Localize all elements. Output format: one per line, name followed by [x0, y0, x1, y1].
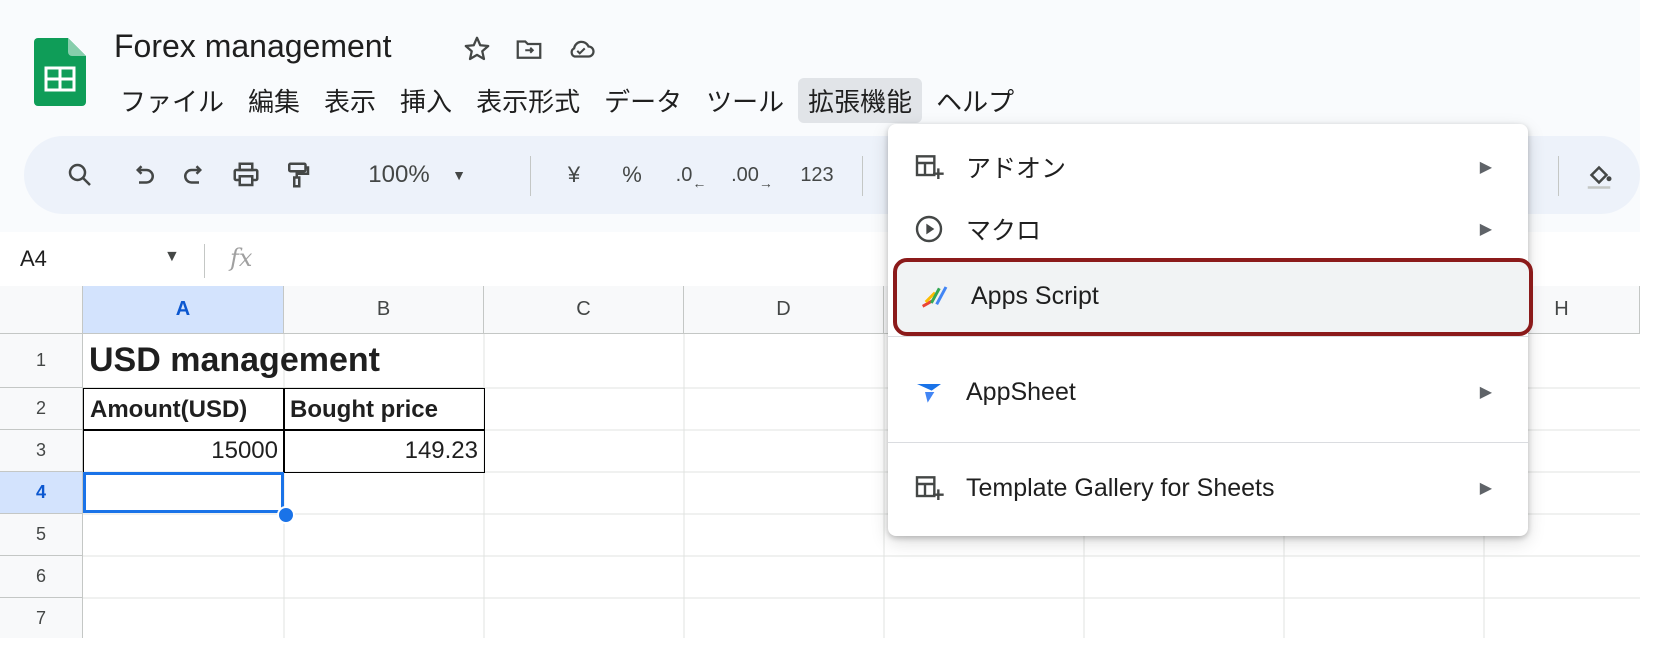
menu-divider — [888, 442, 1528, 443]
row-header-3[interactable]: 3 — [0, 430, 83, 472]
column-header-b[interactable]: B — [284, 286, 484, 334]
row-header-2[interactable]: 2 — [0, 388, 83, 430]
cell-b2[interactable]: Bought price — [283, 388, 485, 431]
menu-insert[interactable]: 挿入 — [390, 78, 462, 123]
toolbar-divider — [1558, 156, 1559, 196]
menu-item-label: アドオン — [966, 155, 1067, 183]
submenu-arrow-icon: ▶ — [1479, 384, 1492, 401]
increase-decimal-label: .00 — [731, 163, 759, 186]
title-actions — [462, 34, 596, 69]
menu-item-label: AppSheet — [966, 377, 1076, 406]
search-menus-icon[interactable] — [60, 136, 100, 214]
star-icon[interactable] — [462, 34, 492, 69]
appsheet-icon — [912, 375, 946, 409]
menu-tools[interactable]: ツール — [696, 78, 794, 123]
menu-data[interactable]: データ — [594, 78, 692, 123]
cell-b3[interactable]: 149.23 — [283, 429, 485, 473]
name-box-caret-icon[interactable]: ▼ — [164, 248, 180, 266]
submenu-arrow-icon: ▶ — [1479, 480, 1492, 497]
paint-format-icon[interactable] — [278, 136, 318, 214]
document-title[interactable]: Forex management — [114, 28, 391, 65]
menu-item-label: マクロ — [966, 217, 1042, 245]
menu-extensions[interactable]: 拡張機能 — [798, 77, 923, 123]
menu-item-template-gallery[interactable]: Template Gallery for Sheets ▶ — [888, 460, 1528, 516]
cell-a3[interactable]: 15000 — [83, 429, 285, 473]
menu-item-label: Template Gallery for Sheets — [966, 473, 1275, 502]
redo-icon[interactable] — [174, 136, 214, 214]
percent-format-button[interactable]: % — [612, 136, 652, 214]
decrease-decimal-button[interactable]: .0 ← — [668, 136, 714, 214]
column-header-a[interactable]: A — [83, 286, 284, 334]
cell-a1[interactable]: USD management — [83, 334, 483, 388]
cloud-status-icon[interactable] — [566, 34, 596, 69]
menu-bar: ファイル 編集 表示 挿入 表示形式 データ ツール 拡張機能 ヘルプ — [110, 77, 1028, 123]
row-header-6[interactable]: 6 — [0, 556, 83, 598]
menu-item-apps-script[interactable]: Apps Script — [893, 258, 1533, 336]
arrow-right-icon: → — [758, 175, 773, 191]
menu-item-addons[interactable]: アドオン ▶ — [888, 139, 1528, 195]
fill-color-icon[interactable] — [1574, 136, 1624, 214]
zoom-select[interactable]: 100% — [354, 136, 444, 214]
menu-file[interactable]: ファイル — [110, 78, 234, 123]
submenu-arrow-icon: ▶ — [1479, 221, 1492, 238]
select-all-corner[interactable] — [0, 286, 83, 334]
menu-item-appsheet[interactable]: AppSheet ▶ — [888, 364, 1528, 420]
currency-format-button[interactable]: ¥ — [554, 136, 594, 214]
menu-divider — [888, 336, 1528, 337]
menu-view[interactable]: 表示 — [314, 78, 386, 123]
zoom-caret-icon[interactable]: ▼ — [444, 136, 474, 214]
print-icon[interactable] — [226, 136, 266, 214]
formula-bar-divider — [204, 244, 205, 278]
arrow-left-icon: ← — [692, 175, 707, 191]
apps-script-icon — [917, 280, 951, 314]
menu-item-macros[interactable]: マクロ ▶ — [888, 201, 1528, 257]
addon-icon — [912, 471, 946, 505]
move-folder-icon[interactable] — [514, 34, 544, 69]
column-header-d[interactable]: D — [684, 286, 884, 334]
menu-item-label: Apps Script — [971, 282, 1099, 310]
row-header-5[interactable]: 5 — [0, 514, 83, 556]
toolbar-divider — [862, 156, 863, 196]
row-header-7[interactable]: 7 — [0, 598, 83, 638]
submenu-arrow-icon: ▶ — [1479, 159, 1492, 176]
name-box[interactable]: A4 — [20, 246, 47, 272]
menu-help[interactable]: ヘルプ — [926, 78, 1024, 123]
macro-play-icon — [912, 212, 946, 246]
addon-icon — [912, 150, 946, 184]
toolbar-divider — [530, 156, 531, 196]
increase-decimal-button[interactable]: .00 → — [726, 136, 778, 214]
menu-format[interactable]: 表示形式 — [466, 78, 590, 123]
undo-icon[interactable] — [124, 136, 164, 214]
sheets-logo-icon[interactable] — [34, 38, 86, 106]
active-cell-a4[interactable] — [83, 472, 284, 513]
fx-icon: fx — [230, 244, 253, 272]
row-header-4[interactable]: 4 — [0, 472, 83, 514]
column-header-c[interactable]: C — [484, 286, 684, 334]
fill-handle[interactable] — [277, 506, 295, 524]
cell-a2[interactable]: Amount(USD) — [83, 388, 285, 431]
decrease-decimal-label: .0 — [675, 163, 693, 186]
number-format-button[interactable]: 123 — [790, 136, 844, 214]
row-header-1[interactable]: 1 — [0, 334, 83, 388]
menu-edit[interactable]: 編集 — [238, 78, 310, 123]
